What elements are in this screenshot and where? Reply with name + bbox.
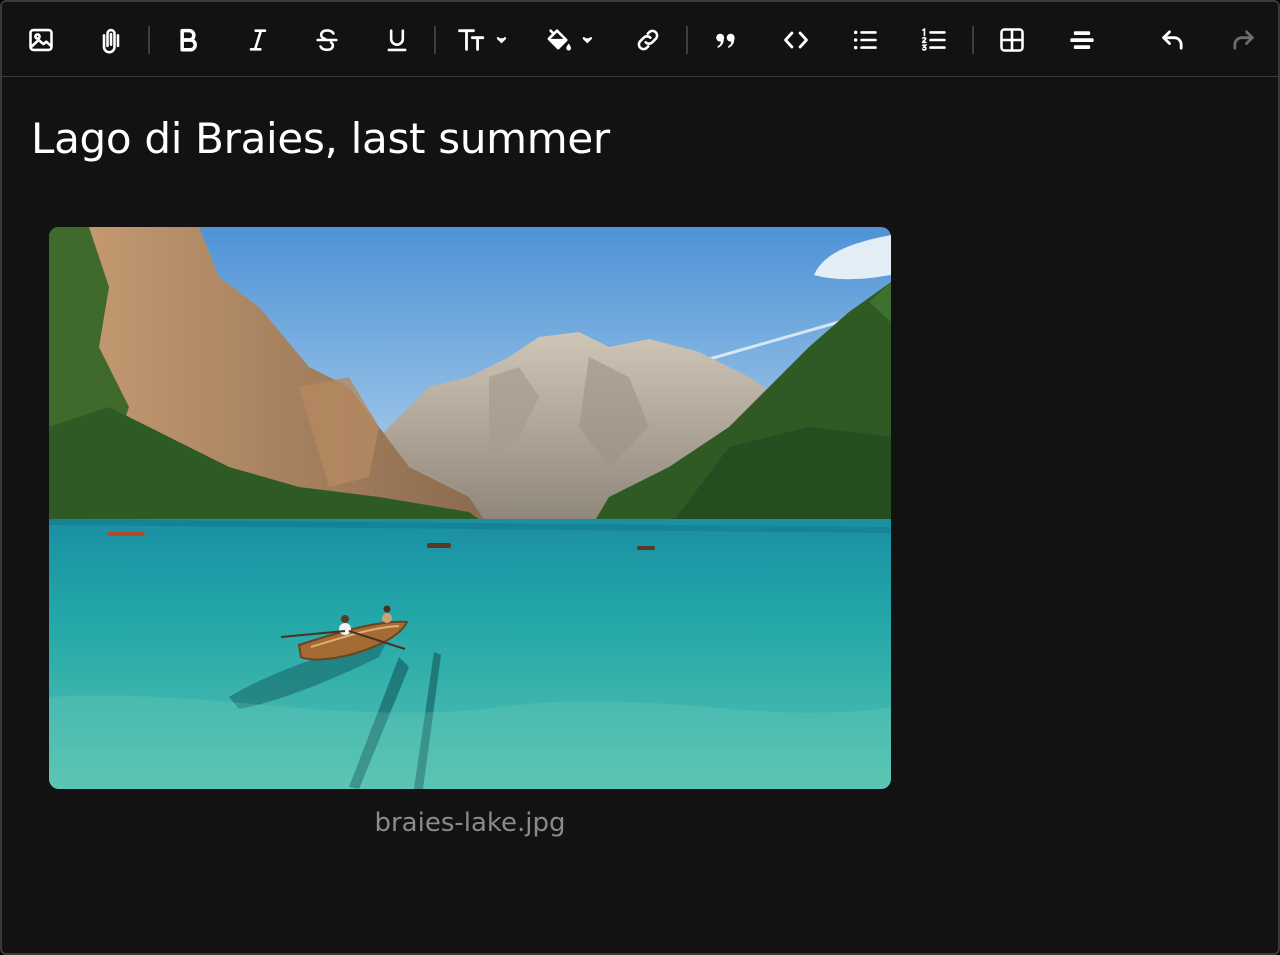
code-button[interactable] xyxy=(776,20,816,60)
link-icon xyxy=(637,29,659,51)
undo-button[interactable] xyxy=(1153,20,1193,60)
toolbar-separator xyxy=(972,26,974,54)
paint-bucket-icon xyxy=(547,29,592,51)
italic-icon xyxy=(249,29,267,51)
numbered-list-button[interactable] xyxy=(914,20,954,60)
italic-button[interactable] xyxy=(238,20,278,60)
document-title[interactable]: Lago di Braies, last summer xyxy=(31,114,610,163)
paperclip-icon xyxy=(102,28,120,54)
code-icon xyxy=(784,31,808,49)
redo-button[interactable] xyxy=(1223,20,1263,60)
divider-button[interactable] xyxy=(1062,20,1102,60)
insert-image-button[interactable] xyxy=(22,20,60,60)
lake-photo xyxy=(49,227,891,789)
text-size-dropdown[interactable] xyxy=(452,20,516,60)
quote-icon xyxy=(716,33,735,48)
numbered-list-icon xyxy=(921,27,946,51)
toolbar-separator xyxy=(148,26,150,54)
underline-button[interactable] xyxy=(377,20,417,60)
editor-toolbar xyxy=(2,2,1278,77)
toolbar-separator xyxy=(686,26,688,54)
text-size-icon xyxy=(458,29,507,51)
bullet-list-icon xyxy=(853,30,877,50)
undo-icon xyxy=(1162,30,1183,50)
underline-icon xyxy=(387,29,407,52)
bold-button[interactable] xyxy=(168,20,208,60)
bold-icon xyxy=(180,28,197,52)
strikethrough-button[interactable] xyxy=(307,20,347,60)
table-button[interactable] xyxy=(992,20,1032,60)
image-icon xyxy=(29,28,53,52)
attach-file-button[interactable] xyxy=(92,20,130,60)
toolbar-separator xyxy=(434,26,436,54)
redo-icon xyxy=(1233,30,1254,50)
strikethrough-icon xyxy=(316,29,338,52)
highlight-color-dropdown[interactable] xyxy=(540,20,602,60)
rich-text-editor: Lago di Braies, last summer braies-lake.… xyxy=(0,0,1280,955)
horizontal-rule-icon xyxy=(1070,31,1094,49)
bullet-list-button[interactable] xyxy=(845,20,885,60)
quote-button[interactable] xyxy=(706,20,746,60)
table-icon xyxy=(1000,28,1024,52)
link-button[interactable] xyxy=(628,20,668,60)
image-caption[interactable]: braies-lake.jpg xyxy=(49,808,891,838)
embedded-image[interactable] xyxy=(49,227,891,789)
